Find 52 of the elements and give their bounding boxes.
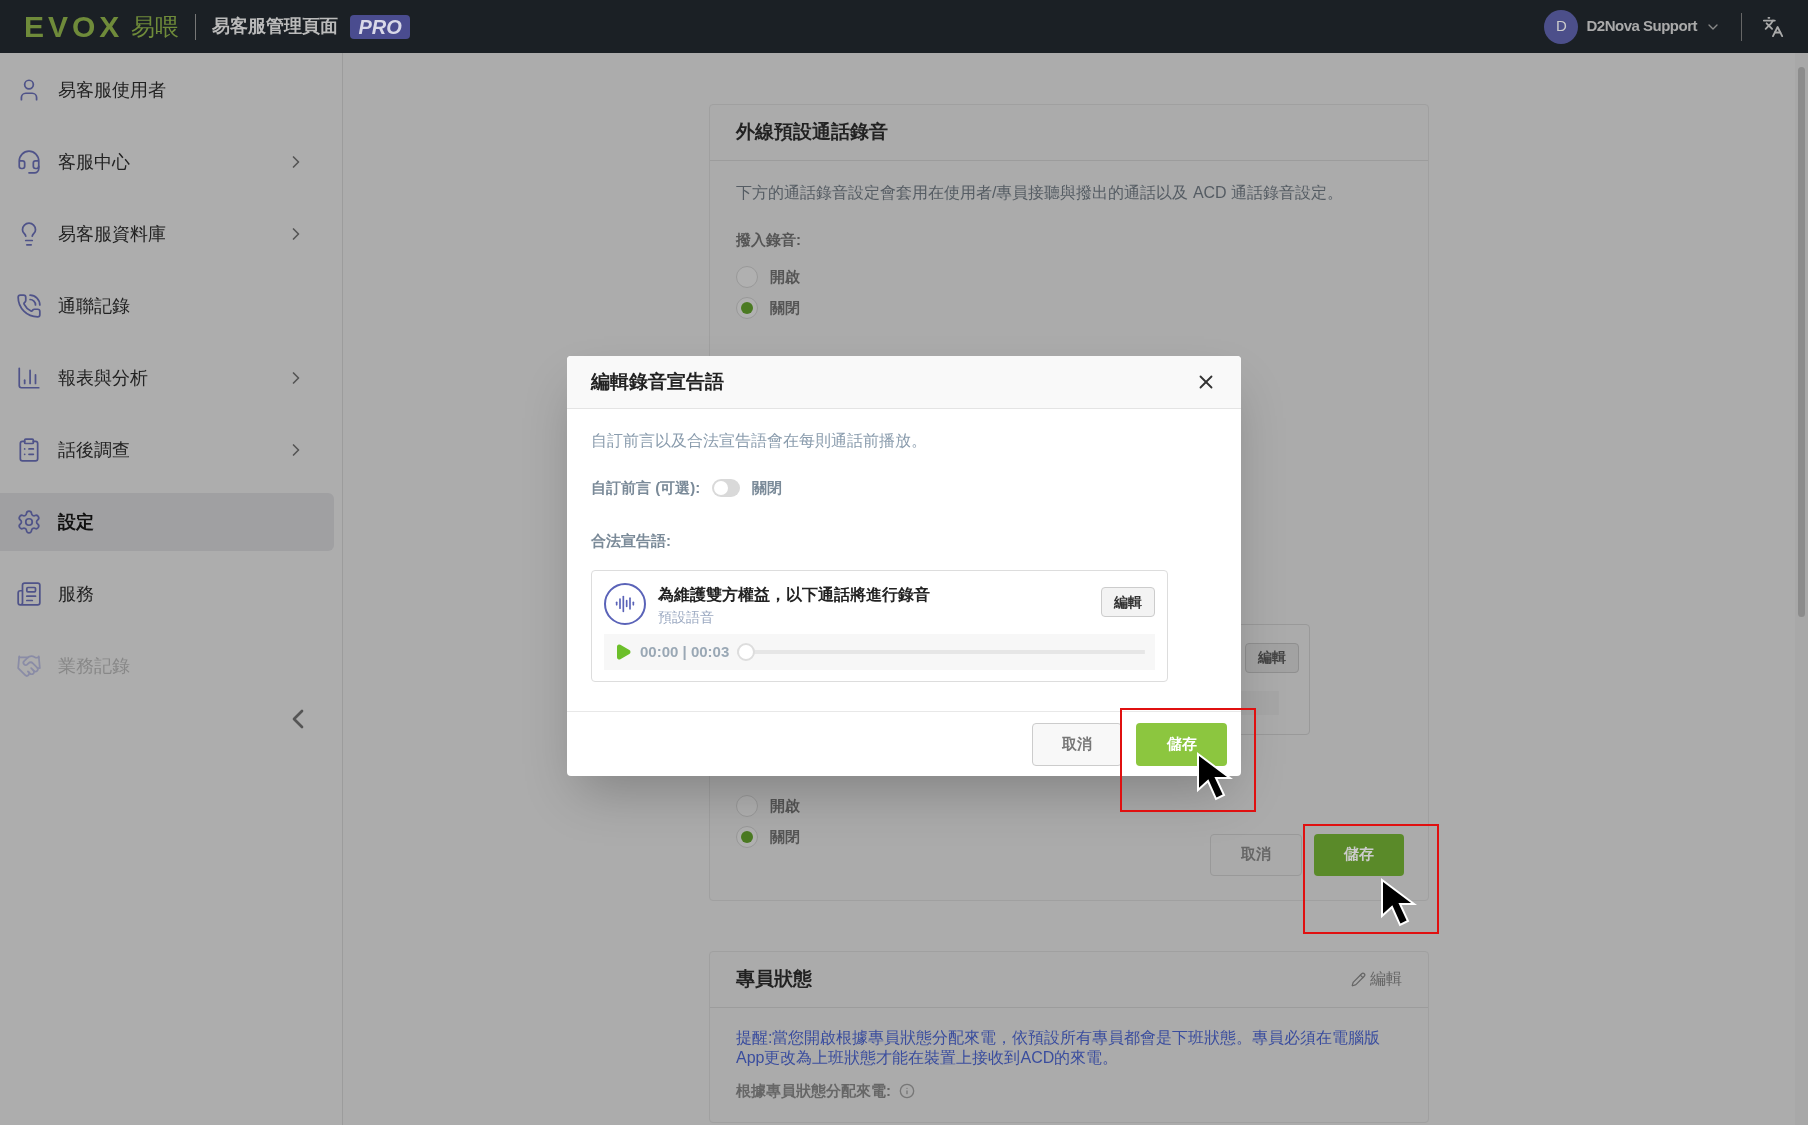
- menu-item-icon: [16, 653, 42, 679]
- logo-text: EVOX: [24, 9, 124, 45]
- radio-button[interactable]: [736, 297, 758, 319]
- app-title: 易客服管理頁面: [212, 15, 339, 38]
- info-icon: [899, 1082, 915, 1099]
- cancel-button[interactable]: 取消: [1032, 722, 1122, 766]
- radio-label: 開啟: [770, 795, 800, 816]
- dialog-description: 自訂前言以及合法宣告語會在每則通話前播放。: [591, 431, 928, 451]
- pencil-icon: [1351, 971, 1366, 987]
- sidebar-item[interactable]: 客服中心: [0, 133, 334, 191]
- card-title: 外線預設通話錄音: [736, 120, 888, 145]
- announcement-subtitle: 預設語音: [658, 608, 715, 627]
- radio-label: 關閉: [770, 297, 800, 318]
- field-label: 自訂前言 (可選):: [591, 478, 701, 498]
- notice-text: 提醒:當您開啟根據專員狀態分配來電，依預設所有專員都會是下班狀態。專員必須在電腦版App更改為上班狀態才能在裝置上接收到ACD的來電。: [736, 1027, 1382, 1068]
- toggle-state-text: 關閉: [752, 478, 783, 498]
- field-label: 根據專員狀態分配來電:: [736, 1079, 1402, 1102]
- radio-button[interactable]: [736, 795, 758, 817]
- audio-time: 00:00 | 00:03: [640, 641, 730, 662]
- field-label: 合法宣告語:: [591, 530, 672, 551]
- pro-badge: PRO: [350, 14, 410, 39]
- menu-item-icon: [16, 581, 42, 607]
- translate-icon[interactable]: [1762, 15, 1784, 38]
- audio-thumb[interactable]: [737, 643, 756, 661]
- menu-item-icon: [16, 365, 42, 391]
- toggle-switch[interactable]: [712, 479, 741, 498]
- speaker-avatar-icon: [604, 583, 646, 625]
- announcement-text: 為維護雙方權益，以下通話將進行錄音: [658, 585, 930, 605]
- user-avatar[interactable]: D: [1544, 9, 1579, 44]
- card-description: 下方的通話錄音設定會套用在使用者/專員接聽與撥出的通話以及 ACD 通話錄音設定。: [736, 183, 1345, 203]
- dialog-title: 編輯錄音宣告語: [591, 369, 724, 394]
- radio-button[interactable]: [736, 826, 758, 848]
- menu-item-icon: [16, 149, 42, 175]
- sidebar-item[interactable]: 報表與分析: [0, 349, 334, 407]
- edit-button[interactable]: 編輯: [1245, 642, 1299, 673]
- edit-button[interactable]: 編輯: [1101, 587, 1155, 617]
- sidebar-item[interactable]: 易客服資料庫: [0, 205, 334, 263]
- sidebar-item[interactable]: 話後調查: [0, 421, 334, 479]
- menu-item-icon: [16, 509, 42, 535]
- radio-label: 關閉: [770, 826, 800, 847]
- field-label: 撥入錄音:: [736, 230, 802, 250]
- sidebar-item[interactable]: 易客服使用者: [0, 61, 334, 119]
- menu-item-icon: [16, 437, 42, 463]
- radio-label: 開啟: [770, 266, 800, 287]
- sidebar-item[interactable]: 通聯記錄: [0, 277, 334, 335]
- logo-cjk-text: 易喂: [131, 11, 180, 42]
- menu-item-icon: [16, 293, 42, 319]
- sidebar-item[interactable]: 設定: [0, 493, 334, 551]
- card-title: 專員狀態: [736, 966, 812, 991]
- sidebar-item[interactable]: 服務: [0, 565, 334, 623]
- play-icon[interactable]: [614, 643, 632, 661]
- user-name[interactable]: D2Nova Support: [1586, 15, 1697, 38]
